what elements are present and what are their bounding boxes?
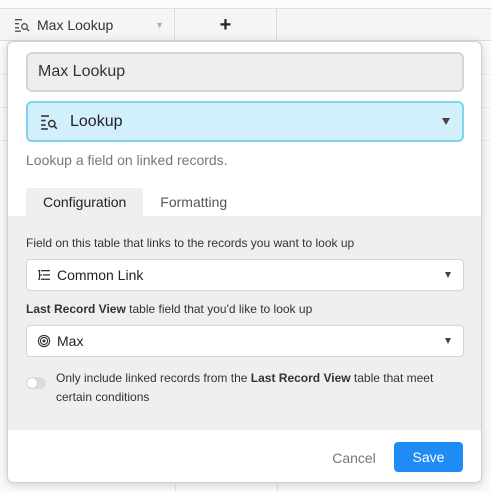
chevron-down-icon bbox=[445, 338, 451, 344]
tab-formatting[interactable]: Formatting bbox=[143, 188, 244, 216]
chevron-down-icon[interactable]: ▼ bbox=[155, 20, 164, 30]
tab-configuration[interactable]: Configuration bbox=[26, 188, 144, 216]
lookup-field-label-table: Last Record View bbox=[26, 302, 126, 316]
field-name-input[interactable] bbox=[26, 52, 464, 92]
lookup-field-label: Last Record View table field that you'd … bbox=[26, 302, 312, 316]
lookup-icon bbox=[15, 19, 30, 32]
grid-header: Max Lookup ▼ + bbox=[0, 8, 491, 41]
field-config-dialog: Lookup Lookup a field on linked records.… bbox=[7, 41, 482, 483]
link-field-value: Common Link bbox=[57, 267, 144, 283]
lookup-field-select[interactable]: Max bbox=[26, 325, 464, 357]
rollup-icon bbox=[37, 334, 51, 348]
condition-toggle-label: Only include linked records from the Las… bbox=[56, 371, 434, 404]
chevron-down-icon bbox=[442, 118, 450, 125]
field-type-description: Lookup a field on linked records. bbox=[26, 152, 228, 168]
chevron-down-icon bbox=[445, 272, 451, 278]
save-button[interactable]: Save bbox=[394, 442, 463, 472]
toggle-knob bbox=[27, 378, 37, 388]
config-tabs: Configuration Formatting bbox=[26, 188, 244, 216]
lookup-field-value: Max bbox=[57, 333, 84, 349]
link-field-icon bbox=[38, 270, 50, 280]
link-field-label: Field on this table that links to the re… bbox=[26, 236, 355, 250]
lookup-icon bbox=[41, 114, 58, 130]
field-type-label: Lookup bbox=[70, 112, 123, 130]
column-header-title: Max Lookup bbox=[37, 17, 114, 33]
field-type-select[interactable]: Lookup bbox=[26, 101, 464, 142]
cancel-button[interactable]: Cancel bbox=[326, 444, 382, 472]
column-header-max-lookup[interactable]: Max Lookup ▼ bbox=[0, 9, 175, 41]
lookup-field-label-suffix: table field that you'd like to look up bbox=[125, 302, 313, 316]
add-column-button[interactable]: + bbox=[175, 9, 277, 41]
link-field-select[interactable]: Common Link bbox=[26, 259, 464, 291]
configuration-panel: Field on this table that links to the re… bbox=[8, 216, 481, 430]
condition-toggle[interactable] bbox=[26, 377, 46, 389]
